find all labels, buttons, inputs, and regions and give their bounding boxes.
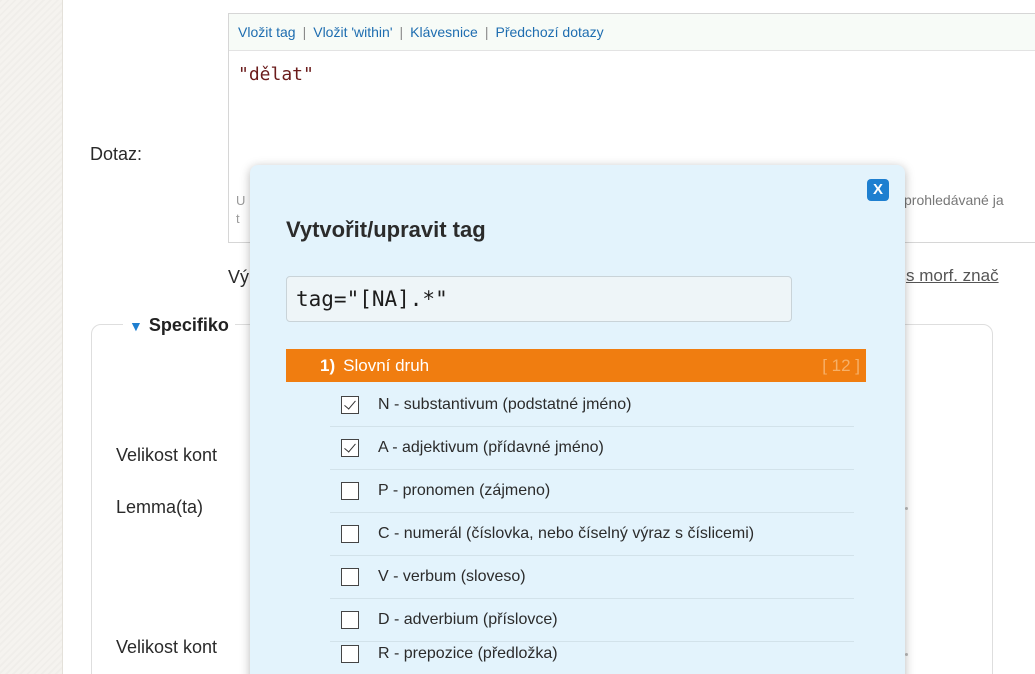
decorative-dot (905, 653, 908, 656)
insert-tag-link[interactable]: Vložit tag (238, 24, 296, 40)
close-icon[interactable]: X (867, 179, 889, 201)
section-label: Slovní druh (343, 356, 430, 375)
option-label: V - verbum (sloveso) (378, 568, 526, 585)
insert-within-link[interactable]: Vložit 'within' (313, 24, 392, 40)
decorative-dot (905, 507, 908, 510)
context-size-label: Velikost kont (116, 445, 218, 465)
section-number: 1) (320, 356, 336, 375)
specification-label: Specifiko (148, 315, 229, 335)
query-hint-line-1: U (236, 193, 246, 208)
tag-input[interactable]: tag="[NA].*" (286, 276, 792, 322)
section-count: [ 12 ] (822, 356, 860, 375)
toolbar-separator: | (302, 24, 307, 40)
checkbox[interactable] (341, 568, 359, 586)
option-row[interactable]: P - pronomen (zájmeno) (330, 470, 854, 513)
checkbox[interactable] (341, 611, 359, 629)
checkbox[interactable] (341, 439, 359, 457)
previous-queries-link[interactable]: Předchozí dotazy (495, 24, 603, 40)
option-label: P - pronomen (zájmeno) (378, 482, 551, 499)
toolbar-separator: | (399, 24, 404, 40)
option-row[interactable]: R - prepozice (předložka) (330, 633, 854, 674)
triangle-down-icon: ▼ (129, 318, 143, 334)
checkbox[interactable] (341, 525, 359, 543)
option-label: C - numerál (číslovka, nebo číselný výra… (378, 525, 755, 542)
option-label: R - prepozice (předložka) (378, 645, 558, 662)
specification-toggle[interactable]: ▼ Specifiko (123, 315, 235, 336)
option-row[interactable]: N - substantivum (podstatné jméno) (330, 384, 854, 427)
query-hint-right: prohledávané ja (904, 192, 1004, 208)
option-row[interactable]: C - numerál (číslovka, nebo číselný výra… (330, 513, 854, 556)
checkbox[interactable] (341, 396, 359, 414)
option-label: D - adverbium (příslovce) (378, 611, 558, 628)
toolbar-separator: | (484, 24, 489, 40)
query-toolbar: Vložit tag | Vložit 'within' | Klávesnic… (229, 14, 1035, 51)
page: Dotaz: Vložit tag | Vložit 'within' | Kl… (0, 0, 1035, 674)
option-label: N - substantivum (podstatné jméno) (378, 396, 632, 413)
keyboard-link[interactable]: Klávesnice (410, 24, 478, 40)
left-background (0, 0, 63, 674)
context-size-label-2: Velikost kont (116, 637, 218, 657)
lemma-label: Lemma(ta) (116, 497, 204, 517)
dialog-title: Vytvořit/upravit tag (286, 217, 486, 242)
morph-tags-link[interactable]: s morf. znač (906, 266, 999, 286)
query-hint-line-2: t (236, 211, 240, 226)
checkbox[interactable] (341, 482, 359, 500)
checkbox[interactable] (341, 645, 359, 663)
option-row[interactable]: V - verbum (sloveso) (330, 556, 854, 599)
section-word-class[interactable]: 1) Slovní druh [ 12 ] (286, 349, 866, 382)
option-label: A - adjektivum (přídavné jméno) (378, 439, 604, 456)
query-hint-left: U t (236, 192, 245, 228)
query-label: Dotaz: (90, 144, 143, 164)
option-row[interactable]: A - adjektivum (přídavné jméno) (330, 427, 854, 470)
query-input[interactable]: "dělat" (238, 64, 314, 85)
search-mode-label: Vý (228, 267, 250, 287)
